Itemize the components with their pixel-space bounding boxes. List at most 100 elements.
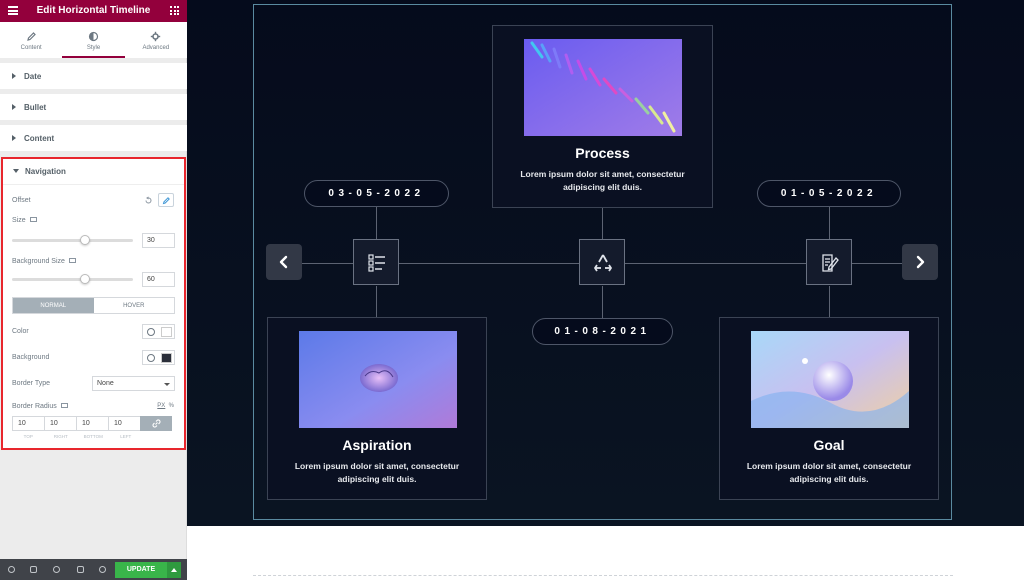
history-icon[interactable] xyxy=(53,566,60,573)
settings-icon[interactable] xyxy=(8,566,15,573)
tab-label: Content xyxy=(20,45,42,51)
caret-right-icon xyxy=(12,104,16,110)
checklist-icon xyxy=(368,254,385,272)
date-pill: 01-05-2022 xyxy=(757,180,901,207)
offset-label: Offset xyxy=(12,197,31,204)
slider-handle[interactable] xyxy=(79,274,90,284)
reset-icon[interactable] xyxy=(144,196,153,205)
recycle-icon xyxy=(594,254,612,272)
card-title: Aspiration xyxy=(342,437,412,453)
background-swatch[interactable] xyxy=(161,353,172,363)
widgets-grid-icon[interactable] xyxy=(170,6,179,15)
offset-edit-button[interactable] xyxy=(158,193,174,207)
timeline-bullet xyxy=(579,239,625,285)
size-label: Size xyxy=(12,216,37,224)
select-value: None xyxy=(97,380,114,387)
border-type-label: Border Type xyxy=(12,380,51,387)
timeline-bullet xyxy=(353,239,399,285)
section-label: Date xyxy=(24,72,42,81)
card-description: Lorem ipsum dolor sit amet, consectetur … xyxy=(294,461,460,484)
unit-px[interactable]: PX xyxy=(157,403,165,409)
preview-icon[interactable] xyxy=(99,566,106,573)
aspiration-image xyxy=(299,331,457,428)
connector xyxy=(829,286,830,318)
update-options-button[interactable] xyxy=(167,562,181,578)
responsive-icon[interactable] xyxy=(77,566,84,573)
chevron-down-icon xyxy=(164,383,170,386)
connector xyxy=(602,286,603,318)
radius-bottom-input[interactable]: 10 xyxy=(76,416,109,431)
link-icon xyxy=(151,419,161,428)
section-bullet[interactable]: Bullet xyxy=(0,94,187,120)
card-description: Lorem ipsum dolor sit amet, consectetur … xyxy=(520,169,685,192)
caption-bottom: BOTTOM xyxy=(83,434,103,439)
caption-left: LEFT xyxy=(120,434,132,439)
half-circle-icon xyxy=(88,31,99,42)
section-divider xyxy=(253,575,953,576)
desktop-icon[interactable] xyxy=(29,216,37,222)
navigation-header[interactable]: Navigation xyxy=(3,159,184,185)
unit-percent[interactable]: % xyxy=(169,403,174,409)
connector xyxy=(602,207,603,240)
app: Edit Horizontal Timeline Content Style A… xyxy=(0,0,1024,580)
tab-content[interactable]: Content xyxy=(0,22,62,58)
timeline-card-aspiration: Aspiration Lorem ipsum dolor sit amet, c… xyxy=(267,317,487,500)
chevron-right-icon xyxy=(916,255,925,269)
timeline-card-process: Process Lorem ipsum dolor sit amet, cons… xyxy=(492,25,713,208)
panel-tabs: Content Style Advanced xyxy=(0,22,187,58)
globe-icon[interactable] xyxy=(147,354,155,362)
radius-captions: TOP RIGHT BOTTOM LEFT xyxy=(12,434,142,439)
tab-style[interactable]: Style xyxy=(62,22,125,58)
card-title: Process xyxy=(575,145,630,161)
size-slider[interactable] xyxy=(12,235,133,245)
slider-handle[interactable] xyxy=(79,235,90,245)
background-size-input[interactable]: 60 xyxy=(142,272,175,287)
caption-right: RIGHT xyxy=(53,434,68,439)
prev-button[interactable] xyxy=(266,244,302,280)
caret-right-icon xyxy=(12,73,16,79)
unit-switcher: PX % xyxy=(157,403,174,409)
editor-panel: Edit Horizontal Timeline Content Style A… xyxy=(0,0,187,580)
desktop-icon[interactable] xyxy=(60,402,68,408)
size-input[interactable]: 30 xyxy=(142,233,175,248)
card-title: Goal xyxy=(813,437,845,453)
color-picker[interactable] xyxy=(142,324,175,339)
update-button[interactable]: UPDATE xyxy=(115,562,167,578)
timeline-bullet xyxy=(806,239,852,285)
border-radius-inputs: 10 10 10 10 xyxy=(12,416,175,431)
background-size-label: Background Size xyxy=(12,257,76,265)
panel-footer: UPDATE xyxy=(0,559,187,580)
date-pill: 01-08-2021 xyxy=(532,318,673,345)
radius-top-input[interactable]: 10 xyxy=(12,416,45,431)
background-size-slider[interactable] xyxy=(12,274,133,284)
tab-hover[interactable]: HOVER xyxy=(94,298,175,313)
canvas-preview: Process Lorem ipsum dolor sit amet, cons… xyxy=(187,0,1024,526)
tab-normal[interactable]: NORMAL xyxy=(13,298,94,313)
timeline-card-goal: Goal Lorem ipsum dolor sit amet, consect… xyxy=(719,317,939,500)
next-button[interactable] xyxy=(902,244,938,280)
desktop-icon[interactable] xyxy=(68,257,76,263)
document-edit-icon xyxy=(822,254,839,272)
tab-label: Advanced xyxy=(142,45,170,51)
background-picker[interactable] xyxy=(142,350,175,365)
link-values-button[interactable] xyxy=(140,416,172,431)
background-label: Background xyxy=(12,354,50,361)
pencil-icon xyxy=(162,197,170,205)
section-label: Content xyxy=(24,134,55,143)
section-date[interactable]: Date xyxy=(0,63,187,89)
state-toggle: NORMAL HOVER xyxy=(12,297,175,314)
card-description: Lorem ipsum dolor sit amet, consectetur … xyxy=(746,461,912,484)
border-type-select[interactable]: None xyxy=(92,376,175,391)
pencil-icon xyxy=(26,32,36,41)
radius-left-input[interactable]: 10 xyxy=(108,416,141,431)
chevron-left-icon xyxy=(279,255,288,269)
radius-right-input[interactable]: 10 xyxy=(44,416,77,431)
color-swatch[interactable] xyxy=(161,327,172,337)
section-content[interactable]: Content xyxy=(0,125,187,151)
timeline-frame: Process Lorem ipsum dolor sit amet, cons… xyxy=(253,4,952,520)
layers-icon[interactable] xyxy=(30,566,37,573)
border-radius-label: Border Radius xyxy=(12,402,68,410)
connector xyxy=(376,207,377,240)
tab-advanced[interactable]: Advanced xyxy=(125,22,187,58)
globe-icon[interactable] xyxy=(147,328,155,336)
